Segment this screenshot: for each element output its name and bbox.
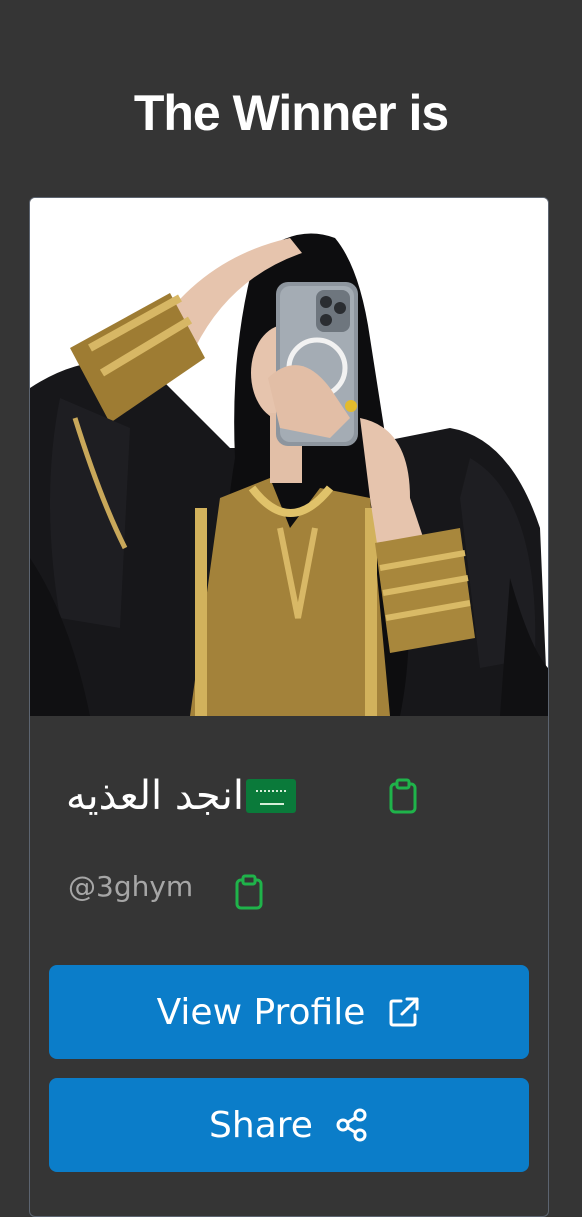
saudi-flag-icon (245, 779, 296, 813)
clipboard-icon[interactable] (234, 874, 264, 910)
view-profile-button[interactable]: View Profile (49, 965, 529, 1059)
winner-handle-row: @3ghym (68, 866, 193, 906)
share-label: Share (209, 1104, 313, 1146)
winner-photo (30, 198, 548, 716)
winner-handle: @3ghym (68, 869, 194, 903)
view-profile-label: View Profile (156, 991, 366, 1033)
clipboard-icon[interactable] (388, 778, 418, 814)
share-button[interactable]: Share (49, 1078, 529, 1172)
winner-name-row: انجد العذيه (66, 766, 506, 826)
share-icon (336, 1108, 367, 1142)
page-title: The Winner is (133, 85, 449, 141)
winner-card: انجد العذيه @3ghym View Profile Share (29, 197, 549, 1217)
winner-display-name: انجد العذيه (66, 773, 244, 819)
external-link-icon (389, 997, 419, 1027)
